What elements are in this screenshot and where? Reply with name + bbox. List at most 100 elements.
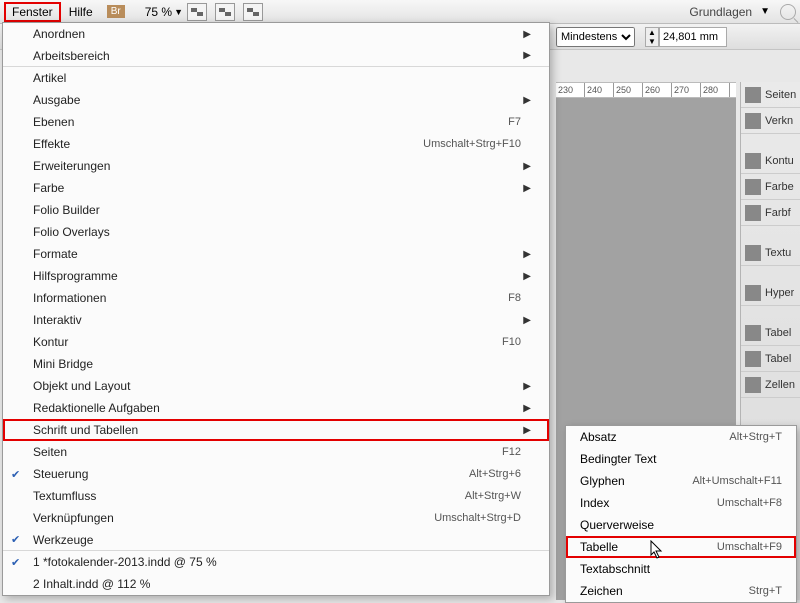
- menu-item[interactable]: 2 Inhalt.indd @ 112 %: [3, 573, 549, 595]
- menu-item[interactable]: SeitenF12: [3, 441, 549, 463]
- menu-item-label: Informationen: [33, 291, 508, 305]
- spacing-mode-select[interactable]: Mindestens: [556, 27, 635, 47]
- panel-tab[interactable]: Farbe: [741, 174, 800, 200]
- menu-item-label: Arbeitsbereich: [33, 49, 523, 63]
- submenu-arrow-icon: ▶: [523, 315, 531, 326]
- menu-item[interactable]: KonturF10: [3, 331, 549, 353]
- chevron-down-icon[interactable]: ▼: [174, 7, 183, 17]
- menu-item-label: 2 Inhalt.indd @ 112 %: [33, 577, 531, 591]
- submenu-item[interactable]: AbsatzAlt+Strg+T: [566, 426, 796, 448]
- menu-item[interactable]: Folio Builder: [3, 199, 549, 221]
- panel-label: Hyper: [765, 287, 794, 299]
- bridge-badge[interactable]: Br: [107, 5, 125, 18]
- menu-item-label: Anordnen: [33, 27, 523, 41]
- panel-tab[interactable]: Zellen: [741, 372, 800, 398]
- menu-item[interactable]: ✔Werkzeuge: [3, 529, 549, 551]
- menu-item[interactable]: ✔1 *fotokalender-2013.indd @ 75 %: [3, 551, 549, 573]
- menu-item[interactable]: EbenenF7: [3, 111, 549, 133]
- menu-fenster[interactable]: Fenster: [4, 2, 61, 22]
- submenu-arrow-icon: ▶: [523, 183, 531, 194]
- menu-item[interactable]: ✔SteuerungAlt+Strg+6: [3, 463, 549, 485]
- submenu-shortcut: Alt+Strg+T: [729, 431, 782, 443]
- submenu-item[interactable]: Bedingter Text: [566, 448, 796, 470]
- submenu-item-label: Index: [580, 496, 717, 510]
- submenu-arrow-icon: ▶: [523, 403, 531, 414]
- menu-item[interactable]: Formate▶: [3, 243, 549, 265]
- menu-item-label: Objekt und Layout: [33, 379, 523, 393]
- layout-icon-2[interactable]: [215, 3, 235, 21]
- menu-hilfe[interactable]: Hilfe: [61, 2, 101, 22]
- submenu-arrow-icon: ▶: [523, 249, 531, 260]
- panel-tab[interactable]: Tabel: [741, 346, 800, 372]
- submenu-item[interactable]: Textabschnitt: [566, 558, 796, 580]
- menu-item[interactable]: Interaktiv▶: [3, 309, 549, 331]
- menu-item[interactable]: Hilfsprogramme▶: [3, 265, 549, 287]
- submenu-arrow-icon: ▶: [523, 50, 531, 61]
- menu-item[interactable]: Folio Overlays: [3, 221, 549, 243]
- menu-item[interactable]: TextumflussAlt+Strg+W: [3, 485, 549, 507]
- menu-item[interactable]: EffekteUmschalt+Strg+F10: [3, 133, 549, 155]
- menu-item-label: Steuerung: [33, 467, 469, 481]
- panel-tab[interactable]: Tabel: [741, 320, 800, 346]
- panel-tab[interactable]: Hyper: [741, 280, 800, 306]
- ruler-tick: 260: [643, 83, 672, 97]
- menu-item[interactable]: Farbe▶: [3, 177, 549, 199]
- panel-tab[interactable]: Kontu: [741, 148, 800, 174]
- menu-item-label: 1 *fotokalender-2013.indd @ 75 %: [33, 555, 531, 569]
- menu-item[interactable]: InformationenF8: [3, 287, 549, 309]
- submenu-item[interactable]: Querverweise: [566, 514, 796, 536]
- menu-item[interactable]: Schrift und Tabellen▶: [3, 419, 549, 441]
- menubar: Fenster Hilfe Br 75 % ▼ Grundlagen ▼: [0, 0, 800, 24]
- layout-icon-3[interactable]: [243, 3, 263, 21]
- panel-tab[interactable]: Verkn: [741, 108, 800, 134]
- menu-item-label: Formate: [33, 247, 523, 261]
- horizontal-ruler: 230240250260270280: [556, 82, 736, 98]
- panel-icon: [745, 153, 761, 169]
- menu-item-label: Verknüpfungen: [33, 511, 434, 525]
- submenu-arrow-icon: ▶: [523, 95, 531, 106]
- layout-icon-1[interactable]: [187, 3, 207, 21]
- stepper-icon[interactable]: ▲▼: [645, 27, 659, 47]
- menu-item[interactable]: Mini Bridge: [3, 353, 549, 375]
- menu-item-label: Ebenen: [33, 115, 508, 129]
- menu-item[interactable]: Artikel: [3, 67, 549, 89]
- submenu-item-label: Glyphen: [580, 474, 692, 488]
- submenu-item[interactable]: GlyphenAlt+Umschalt+F11: [566, 470, 796, 492]
- submenu-item[interactable]: TabelleUmschalt+F9: [566, 536, 796, 558]
- zoom-level[interactable]: 75 %: [145, 5, 172, 19]
- menu-item-label: Mini Bridge: [33, 357, 531, 371]
- panel-label: Zellen: [765, 379, 795, 391]
- search-icon[interactable]: [780, 4, 796, 20]
- submenu-item[interactable]: IndexUmschalt+F8: [566, 492, 796, 514]
- panel-icon: [745, 113, 761, 129]
- workspace-label[interactable]: Grundlagen: [689, 5, 752, 19]
- submenu-item[interactable]: ZeichenStrg+T: [566, 580, 796, 602]
- menu-item[interactable]: VerknüpfungenUmschalt+Strg+D: [3, 507, 549, 529]
- menu-item-label: Kontur: [33, 335, 502, 349]
- value-input[interactable]: [659, 27, 727, 47]
- ruler-tick: 270: [672, 83, 701, 97]
- chevron-down-icon[interactable]: ▼: [760, 6, 770, 17]
- numeric-field[interactable]: ▲▼: [645, 27, 727, 47]
- menu-item-label: Schrift und Tabellen: [33, 423, 523, 437]
- menu-shortcut: Alt+Strg+6: [469, 468, 521, 480]
- menu-item[interactable]: Objekt und Layout▶: [3, 375, 549, 397]
- menu-shortcut: Umschalt+Strg+D: [434, 512, 521, 524]
- menu-item[interactable]: Anordnen▶: [3, 23, 549, 45]
- menu-item-label: Seiten: [33, 445, 502, 459]
- panel-tab[interactable]: Textu: [741, 240, 800, 266]
- menu-item[interactable]: Redaktionelle Aufgaben▶: [3, 397, 549, 419]
- ruler-tick: 240: [585, 83, 614, 97]
- ruler-tick: 230: [556, 83, 585, 97]
- menu-item[interactable]: Erweiterungen▶: [3, 155, 549, 177]
- panel-tab[interactable]: Seiten: [741, 82, 800, 108]
- menu-shortcut: F8: [508, 292, 521, 304]
- submenu-item-label: Bedingter Text: [580, 452, 782, 466]
- menu-item[interactable]: Arbeitsbereich▶: [3, 45, 549, 67]
- menu-item-label: Werkzeuge: [33, 533, 531, 547]
- menu-item[interactable]: Ausgabe▶: [3, 89, 549, 111]
- panel-tab[interactable]: Farbf: [741, 200, 800, 226]
- panel-label: Farbe: [765, 181, 794, 193]
- menu-item-label: Hilfsprogramme: [33, 269, 523, 283]
- panel-label: Tabel: [765, 353, 791, 365]
